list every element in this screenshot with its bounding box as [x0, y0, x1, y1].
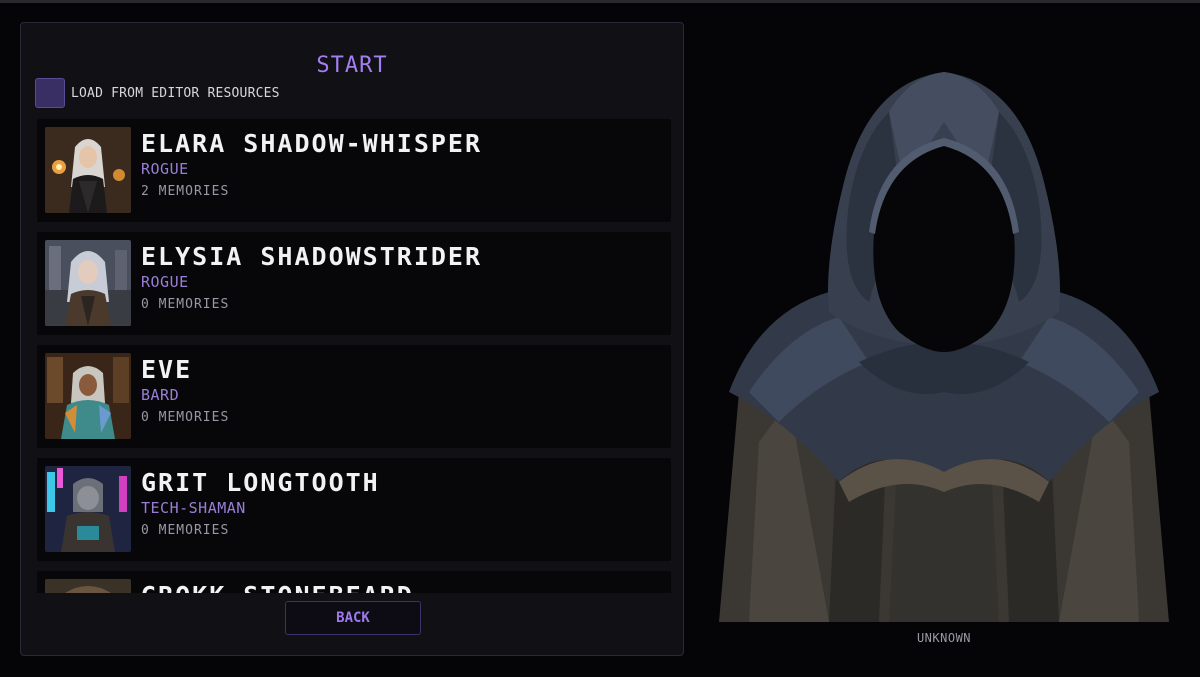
start-panel: START LOAD FROM EDITOR RESOURCES ELARA S…: [20, 22, 684, 656]
character-name: ELYSIA SHADOWSTRIDER: [141, 242, 483, 271]
character-memories: 0 MEMORIES: [141, 297, 230, 312]
character-portrait: [45, 240, 131, 326]
preview-caption: UNKNOWN: [916, 631, 972, 645]
back-button[interactable]: BACK: [285, 601, 421, 635]
hooded-figure-icon: [719, 62, 1169, 622]
character-class: ROGUE: [141, 273, 189, 291]
character-name: GROKK STONEBEARD: [141, 581, 414, 593]
character-card[interactable]: ELYSIA SHADOWSTRIDER ROGUE 0 MEMORIES: [37, 232, 671, 335]
character-portrait: [45, 127, 131, 213]
character-portrait: [45, 353, 131, 439]
character-class: ROGUE: [141, 160, 189, 178]
character-portrait: [45, 579, 131, 593]
character-memories: 2 MEMORIES: [141, 184, 230, 199]
page-title: START: [316, 53, 388, 78]
character-card[interactable]: GRIT LONGTOOTH TECH-SHAMAN 0 MEMORIES: [37, 458, 671, 561]
character-memories: 0 MEMORIES: [141, 410, 230, 425]
top-divider: [0, 0, 1200, 3]
character-class: TECH-SHAMAN: [141, 499, 246, 517]
character-card[interactable]: GROKK STONEBEARD: [37, 571, 671, 593]
character-card[interactable]: ELARA SHADOW-WHISPER ROGUE 2 MEMORIES: [37, 119, 671, 222]
load-from-editor-checkbox[interactable]: [35, 78, 65, 108]
character-class: BARD: [141, 386, 180, 404]
character-name: GRIT LONGTOOTH: [141, 468, 380, 497]
character-card[interactable]: EVE BARD 0 MEMORIES: [37, 345, 671, 448]
character-name: EVE: [141, 355, 193, 384]
character-name: ELARA SHADOW-WHISPER: [141, 129, 483, 158]
character-list[interactable]: ELARA SHADOW-WHISPER ROGUE 2 MEMORIES EL…: [37, 119, 671, 593]
character-memories: 0 MEMORIES: [141, 523, 230, 538]
load-from-editor-option[interactable]: LOAD FROM EDITOR RESOURCES: [35, 77, 280, 109]
character-portrait: [45, 466, 131, 552]
load-from-editor-label: LOAD FROM EDITOR RESOURCES: [71, 85, 280, 101]
